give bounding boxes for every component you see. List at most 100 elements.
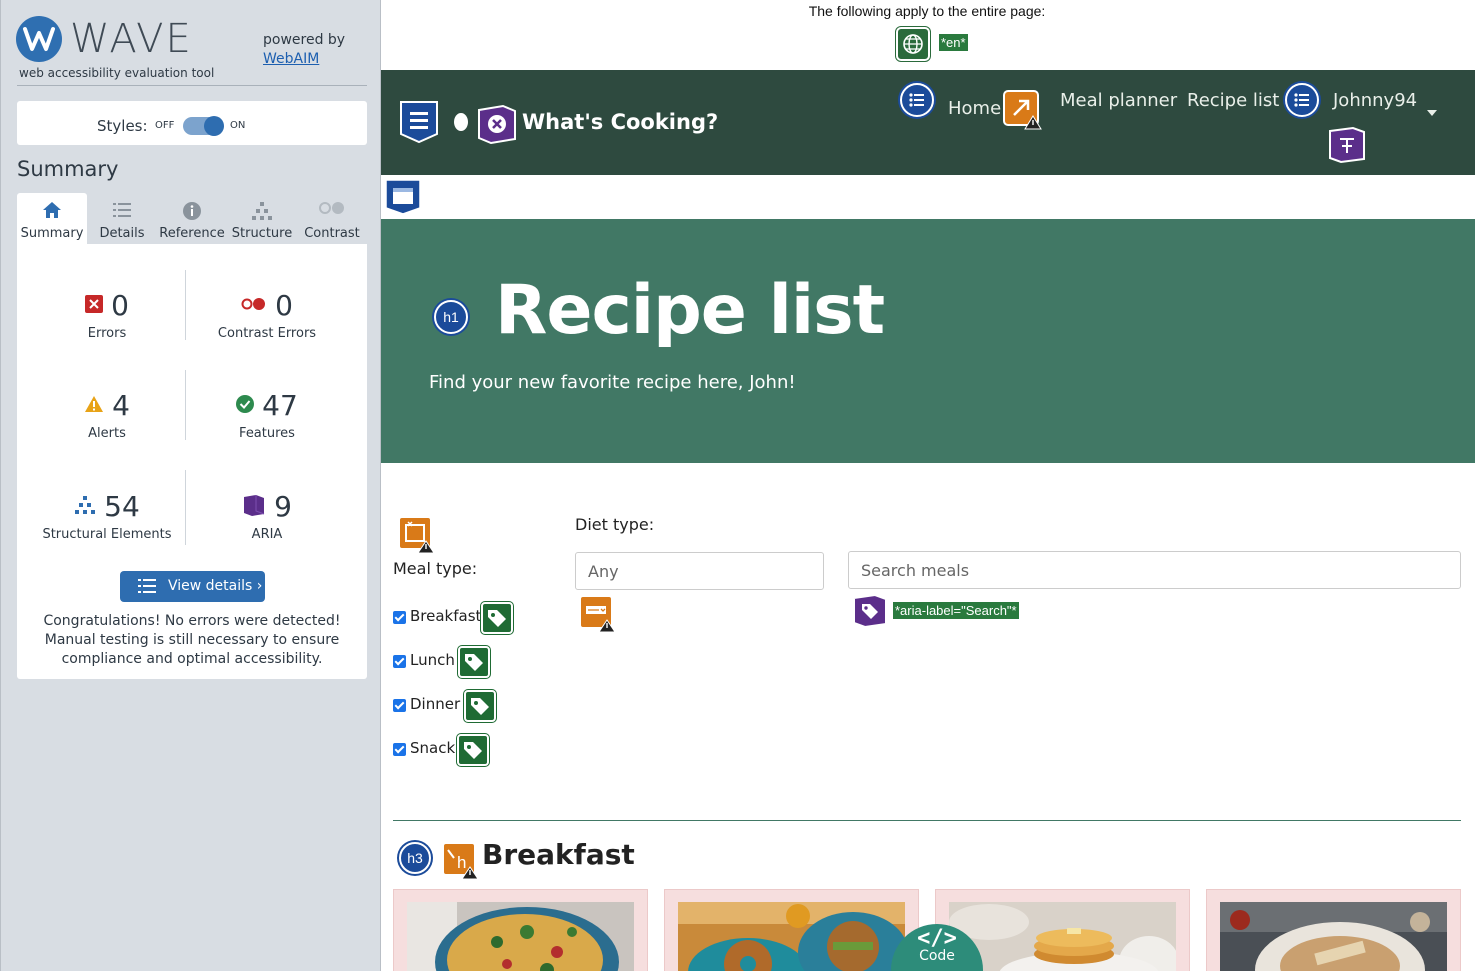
nav-home[interactable]: Home: [948, 98, 1001, 119]
view-details-label: View details ›: [168, 578, 263, 594]
info-icon: [182, 201, 202, 225]
home-icon: [42, 201, 62, 223]
fieldset-alert-icon[interactable]: [398, 516, 436, 554]
globe-icon[interactable]: [896, 27, 930, 61]
tab-reference[interactable]: Reference: [157, 193, 227, 244]
wave-tabs: Summary Details Reference Structure Cont…: [17, 193, 367, 244]
list-icon: [112, 201, 132, 223]
stat-aria: 9 ARIA: [183, 490, 351, 542]
section-heading-breakfast: Breakfast: [482, 838, 635, 871]
h1-badge-text: h1: [443, 309, 459, 325]
tab-summary[interactable]: Summary: [17, 193, 87, 244]
tab-label: Structure: [231, 226, 293, 241]
recipe-image[interactable]: [949, 902, 1179, 971]
tab-contrast[interactable]: Contrast: [297, 193, 367, 244]
label-tag-icon[interactable]: [481, 602, 513, 634]
contrast-errors-count: 0: [275, 289, 293, 322]
view-details-button[interactable]: View details ›: [120, 571, 265, 602]
toggle-knob: [204, 116, 224, 136]
h3-badge-text: h3: [407, 850, 423, 866]
list-structure-icon[interactable]: [1285, 83, 1319, 117]
styles-on-label: ON: [230, 120, 246, 131]
main-landmark-icon[interactable]: [384, 178, 422, 216]
chevron-down-icon[interactable]: [1427, 110, 1437, 116]
recipe-card[interactable]: [1206, 889, 1461, 971]
checkbox-label: Snack: [410, 739, 456, 757]
structural-count: 54: [104, 490, 140, 523]
code-label: Code: [919, 948, 955, 964]
webaim-link[interactable]: WebAIM: [263, 51, 319, 67]
tab-label: Details: [99, 226, 145, 241]
label-tag-icon[interactable]: [464, 690, 496, 722]
diet-type-select[interactable]: Any: [575, 552, 824, 590]
aria-count: 9: [274, 490, 292, 523]
label-tag-icon[interactable]: [457, 734, 489, 766]
label-tag-icon[interactable]: [458, 646, 490, 678]
nav-landmark-icon[interactable]: [399, 100, 439, 144]
wave-subtitle: web accessibility evaluation tool: [19, 66, 215, 80]
features-label: Features: [239, 426, 295, 441]
tab-structure[interactable]: Structure: [227, 193, 297, 244]
divider: [17, 85, 367, 86]
recipe-card[interactable]: [393, 889, 648, 971]
styles-off-label: OFF: [155, 120, 175, 131]
tab-label: Reference: [159, 226, 225, 241]
congratulations-message: Congratulations! No errors were detected…: [43, 613, 341, 667]
brand-name[interactable]: What's Cooking?: [522, 110, 718, 134]
checkbox-label: Lunch: [410, 651, 455, 669]
h1-icon[interactable]: h1: [434, 300, 468, 334]
nav-user-menu[interactable]: Johnny94: [1333, 90, 1417, 111]
stat-errors: 0 Errors: [23, 289, 191, 341]
aria-label-icon[interactable]: [852, 593, 888, 629]
nav-meal-planner[interactable]: Meal planner: [1060, 90, 1177, 111]
checkbox[interactable]: [393, 655, 406, 668]
tab-label: Summary: [20, 226, 84, 241]
errors-count: 0: [111, 289, 129, 322]
recipe-card[interactable]: [664, 889, 919, 971]
powered-by-text: powered by: [263, 32, 346, 48]
aria-icon: [242, 493, 266, 521]
structural-label: Structural Elements: [42, 527, 172, 542]
contrast-errors-label: Contrast Errors: [217, 326, 317, 341]
h3-icon[interactable]: h3: [399, 842, 431, 874]
list-icon: [138, 578, 156, 598]
tab-details[interactable]: Details: [87, 193, 157, 244]
search-meals-input[interactable]: Search meals: [848, 551, 1461, 589]
alerts-count: 4: [112, 389, 130, 422]
code-toggle-button[interactable]: </> Code: [891, 924, 983, 971]
error-icon: [85, 294, 104, 317]
hero-banner: h1 Recipe list Find your new favorite re…: [381, 219, 1475, 463]
page-preview: The following apply to the entire page: …: [381, 0, 1475, 971]
meal-type-label: Meal type:: [393, 559, 478, 578]
aria-hidden-icon[interactable]: [477, 104, 517, 145]
checkbox[interactable]: [393, 699, 406, 712]
checkbox[interactable]: [393, 743, 406, 756]
tab-label: Contrast: [304, 226, 360, 241]
wave-title: WAVE: [70, 16, 193, 62]
stat-structural: 54 Structural Elements: [23, 490, 191, 542]
checkbox[interactable]: [393, 611, 406, 624]
recipe-image[interactable]: [1220, 902, 1447, 971]
page-wide-notice: The following apply to the entire page:: [808, 3, 1046, 19]
checkbox-label: Dinner: [410, 695, 461, 713]
styles-label: Styles:: [97, 117, 148, 135]
skipped-heading-alert-icon[interactable]: h: [442, 842, 480, 880]
site-navbar: What's Cooking? Home Meal planner Recipe…: [381, 70, 1475, 175]
errors-label: Errors: [87, 326, 127, 341]
select-missing-label-alert-icon[interactable]: [579, 595, 617, 633]
language-tag: *en*: [939, 34, 968, 51]
aria-label-tag: *aria-label="Search"*: [893, 602, 1019, 619]
alert-icon: [84, 395, 104, 417]
summary-heading: Summary: [17, 157, 119, 181]
nav-recipe-list[interactable]: Recipe list: [1187, 90, 1279, 111]
hierarchy-icon: [251, 201, 273, 225]
redundant-link-alert-icon[interactable]: [1003, 90, 1043, 130]
styles-toggle[interactable]: [183, 116, 224, 136]
list-structure-icon[interactable]: [900, 83, 934, 117]
recipe-image[interactable]: [678, 902, 908, 971]
summary-panel: 0 Errors 0 Contrast Errors 4 Alerts 47 F…: [17, 244, 367, 679]
aria-label: ARIA: [251, 527, 283, 542]
aria-popup-icon[interactable]: [1328, 126, 1366, 164]
recipe-image[interactable]: [407, 902, 634, 971]
page-title: Recipe list: [495, 271, 885, 350]
